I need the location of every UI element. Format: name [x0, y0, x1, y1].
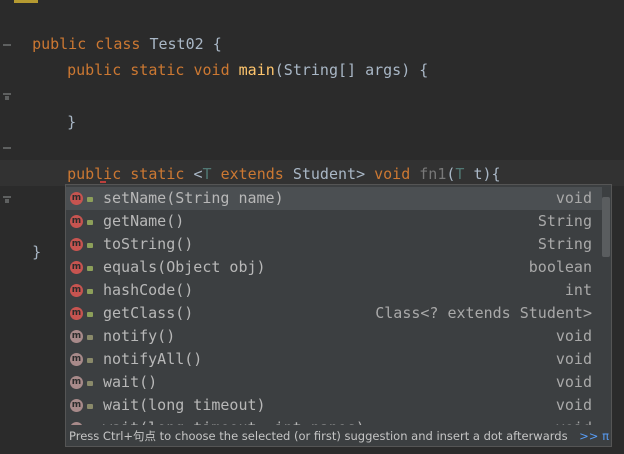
completion-item[interactable]: m getClass() Class<? extends Student>: [66, 302, 602, 325]
public-access-icon: [87, 404, 93, 409]
completion-item[interactable]: m setName(String name) void: [66, 187, 602, 210]
completion-item[interactable]: m wait() void: [66, 371, 602, 394]
completion-item[interactable]: m wait(long timeout, int nanos) void: [66, 417, 602, 425]
method-name: fn1: [419, 165, 447, 183]
public-access-icon: [87, 197, 93, 202]
completion-item-name: getClass(): [103, 304, 194, 322]
code-line-1[interactable]: public class Test02 {: [14, 5, 222, 53]
public-access-icon: [87, 335, 93, 340]
completion-item-type: void: [555, 327, 592, 345]
completion-item[interactable]: m notify() void: [66, 325, 602, 348]
warning-underline: [14, 0, 38, 3]
keyword: public: [67, 61, 122, 79]
public-access-icon: [87, 312, 93, 317]
param-type: T: [455, 165, 465, 183]
completion-item-name: notify(): [103, 327, 176, 345]
completion-item-name: getName(): [103, 212, 185, 230]
completion-item-type: void: [555, 189, 592, 207]
completion-item-name: setName(String name): [103, 189, 284, 207]
public-access-icon: [87, 358, 93, 363]
public-access-icon: [87, 266, 93, 271]
completion-item-type: String: [537, 212, 592, 230]
completion-item-type: String: [537, 235, 592, 253]
method-icon: m: [70, 422, 83, 425]
keyword: extends: [220, 165, 284, 183]
method-icon: m: [70, 330, 83, 343]
code-line-2[interactable]: public static void main(String[] args) {: [49, 31, 428, 79]
completion-item[interactable]: m hashCode() int: [66, 279, 602, 302]
fold-end-icon[interactable]: [3, 92, 11, 100]
completion-item[interactable]: m toString() String: [66, 233, 602, 256]
completion-item-type: void: [555, 373, 592, 391]
type-param: T: [202, 165, 212, 183]
fold-end-icon[interactable]: [3, 195, 11, 203]
param-name: args: [365, 61, 402, 79]
public-access-icon: [87, 243, 93, 248]
fold-marker-icon[interactable]: [3, 41, 11, 49]
keyword: static: [130, 165, 185, 183]
completion-item-type: Class<? extends Student>: [375, 304, 592, 322]
code-line-9[interactable]: }: [14, 213, 41, 261]
code-line-6[interactable]: public static <T extends Student> void f…: [49, 135, 501, 183]
scrollbar-thumb[interactable]: [602, 197, 610, 257]
completion-hint: Press Ctrl+句点 to choose the selected (or…: [69, 429, 568, 443]
completion-item-name: hashCode(): [103, 281, 194, 299]
completion-item-name: wait(): [103, 373, 158, 391]
public-access-icon: [87, 381, 93, 386]
params-close: ) {: [401, 61, 429, 79]
angle-close: >: [356, 165, 366, 183]
fold-marker-icon[interactable]: [3, 144, 11, 152]
method-name: main: [238, 61, 275, 79]
completion-item-name: toString(): [103, 235, 194, 253]
keyword: void: [193, 61, 230, 79]
public-access-icon: [87, 220, 93, 225]
public-access-icon: [87, 289, 93, 294]
method-icon: m: [70, 238, 83, 251]
completion-item-type: int: [564, 281, 592, 299]
completion-item-name: wait(long timeout): [103, 396, 266, 414]
method-icon: m: [70, 192, 83, 205]
completion-item-type: void: [555, 350, 592, 368]
completion-item-type: boolean: [528, 258, 592, 276]
code-line-4[interactable]: }: [49, 83, 76, 131]
param-name: t: [473, 165, 483, 183]
method-icon: m: [70, 215, 83, 228]
completion-item-type: void: [556, 417, 592, 425]
method-icon: m: [70, 399, 83, 412]
editor-gutter: [0, 0, 12, 454]
completion-item-name: wait(long timeout, int nanos): [103, 417, 365, 425]
completion-item-type: void: [555, 396, 592, 414]
keyword: static: [130, 61, 185, 79]
method-icon: m: [70, 353, 83, 366]
error-squiggle: [100, 178, 106, 183]
method-icon: m: [70, 307, 83, 320]
completion-scrollbar[interactable]: [602, 187, 610, 423]
completion-popup[interactable]: m setName(String name) void m getName() …: [65, 184, 612, 447]
hint-more-link[interactable]: >> π: [579, 426, 609, 446]
method-icon: m: [70, 376, 83, 389]
completion-item[interactable]: m wait(long timeout) void: [66, 394, 602, 417]
keyword: void: [374, 165, 411, 183]
completion-item[interactable]: m getName() String: [66, 210, 602, 233]
method-icon: m: [70, 261, 83, 274]
brace: }: [32, 243, 42, 261]
completion-list[interactable]: m setName(String name) void m getName() …: [66, 185, 602, 425]
completion-item-name: equals(Object obj): [103, 258, 266, 276]
brace: }: [67, 113, 77, 131]
completion-item-name: notifyAll(): [103, 350, 203, 368]
method-icon: m: [70, 284, 83, 297]
params: (String[]: [274, 61, 366, 79]
angle-open: <: [193, 165, 203, 183]
paren-close: ){: [482, 165, 501, 183]
completion-item[interactable]: m equals(Object obj) boolean: [66, 256, 602, 279]
completion-item[interactable]: m notifyAll() void: [66, 348, 602, 371]
bound-type: Student: [292, 165, 357, 183]
